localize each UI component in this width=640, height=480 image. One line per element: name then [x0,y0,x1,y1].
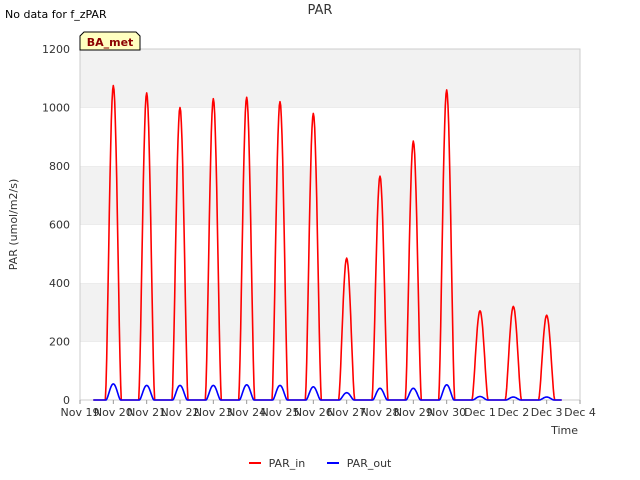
legend-label-par-in: PAR_in [268,456,306,470]
x-tick-label: Dec 2 [497,406,529,419]
y-tick-label: 800 [49,160,70,173]
grid-band [80,283,580,342]
site-label-badge: BA_met [79,31,141,51]
x-tick-label: Nov 30 [427,406,466,419]
legend-label-par-out: PAR_out [346,456,392,470]
x-tick-label: Dec 3 [531,406,563,419]
legend-item-par-out: PAR_out [326,456,392,470]
y-tick-label: 1200 [42,43,70,56]
legend-swatch-par-out [326,462,339,464]
y-tick-label: 600 [49,219,70,232]
y-tick-label: 1000 [42,102,70,115]
grid-band [80,224,580,283]
site-label-text: BA_met [87,36,134,49]
y-tick-label: 200 [49,336,70,349]
grid-band [80,107,580,166]
x-tick-label: Dec 4 [564,406,596,419]
legend: PAR_in PAR_out [0,454,640,470]
legend-item-par-in: PAR_in [248,456,306,470]
x-axis-label: Time [550,424,578,437]
y-axis-label: PAR (umol/m2/s) [7,179,20,271]
x-tick-label: Dec 1 [464,406,496,419]
y-tick-label: 400 [49,277,70,290]
legend-swatch-par-in [248,462,261,464]
par-chart: 020040060080010001200Nov 19Nov 20Nov 21N… [7,31,596,437]
grid-band [80,166,580,225]
grid-band [80,49,580,108]
